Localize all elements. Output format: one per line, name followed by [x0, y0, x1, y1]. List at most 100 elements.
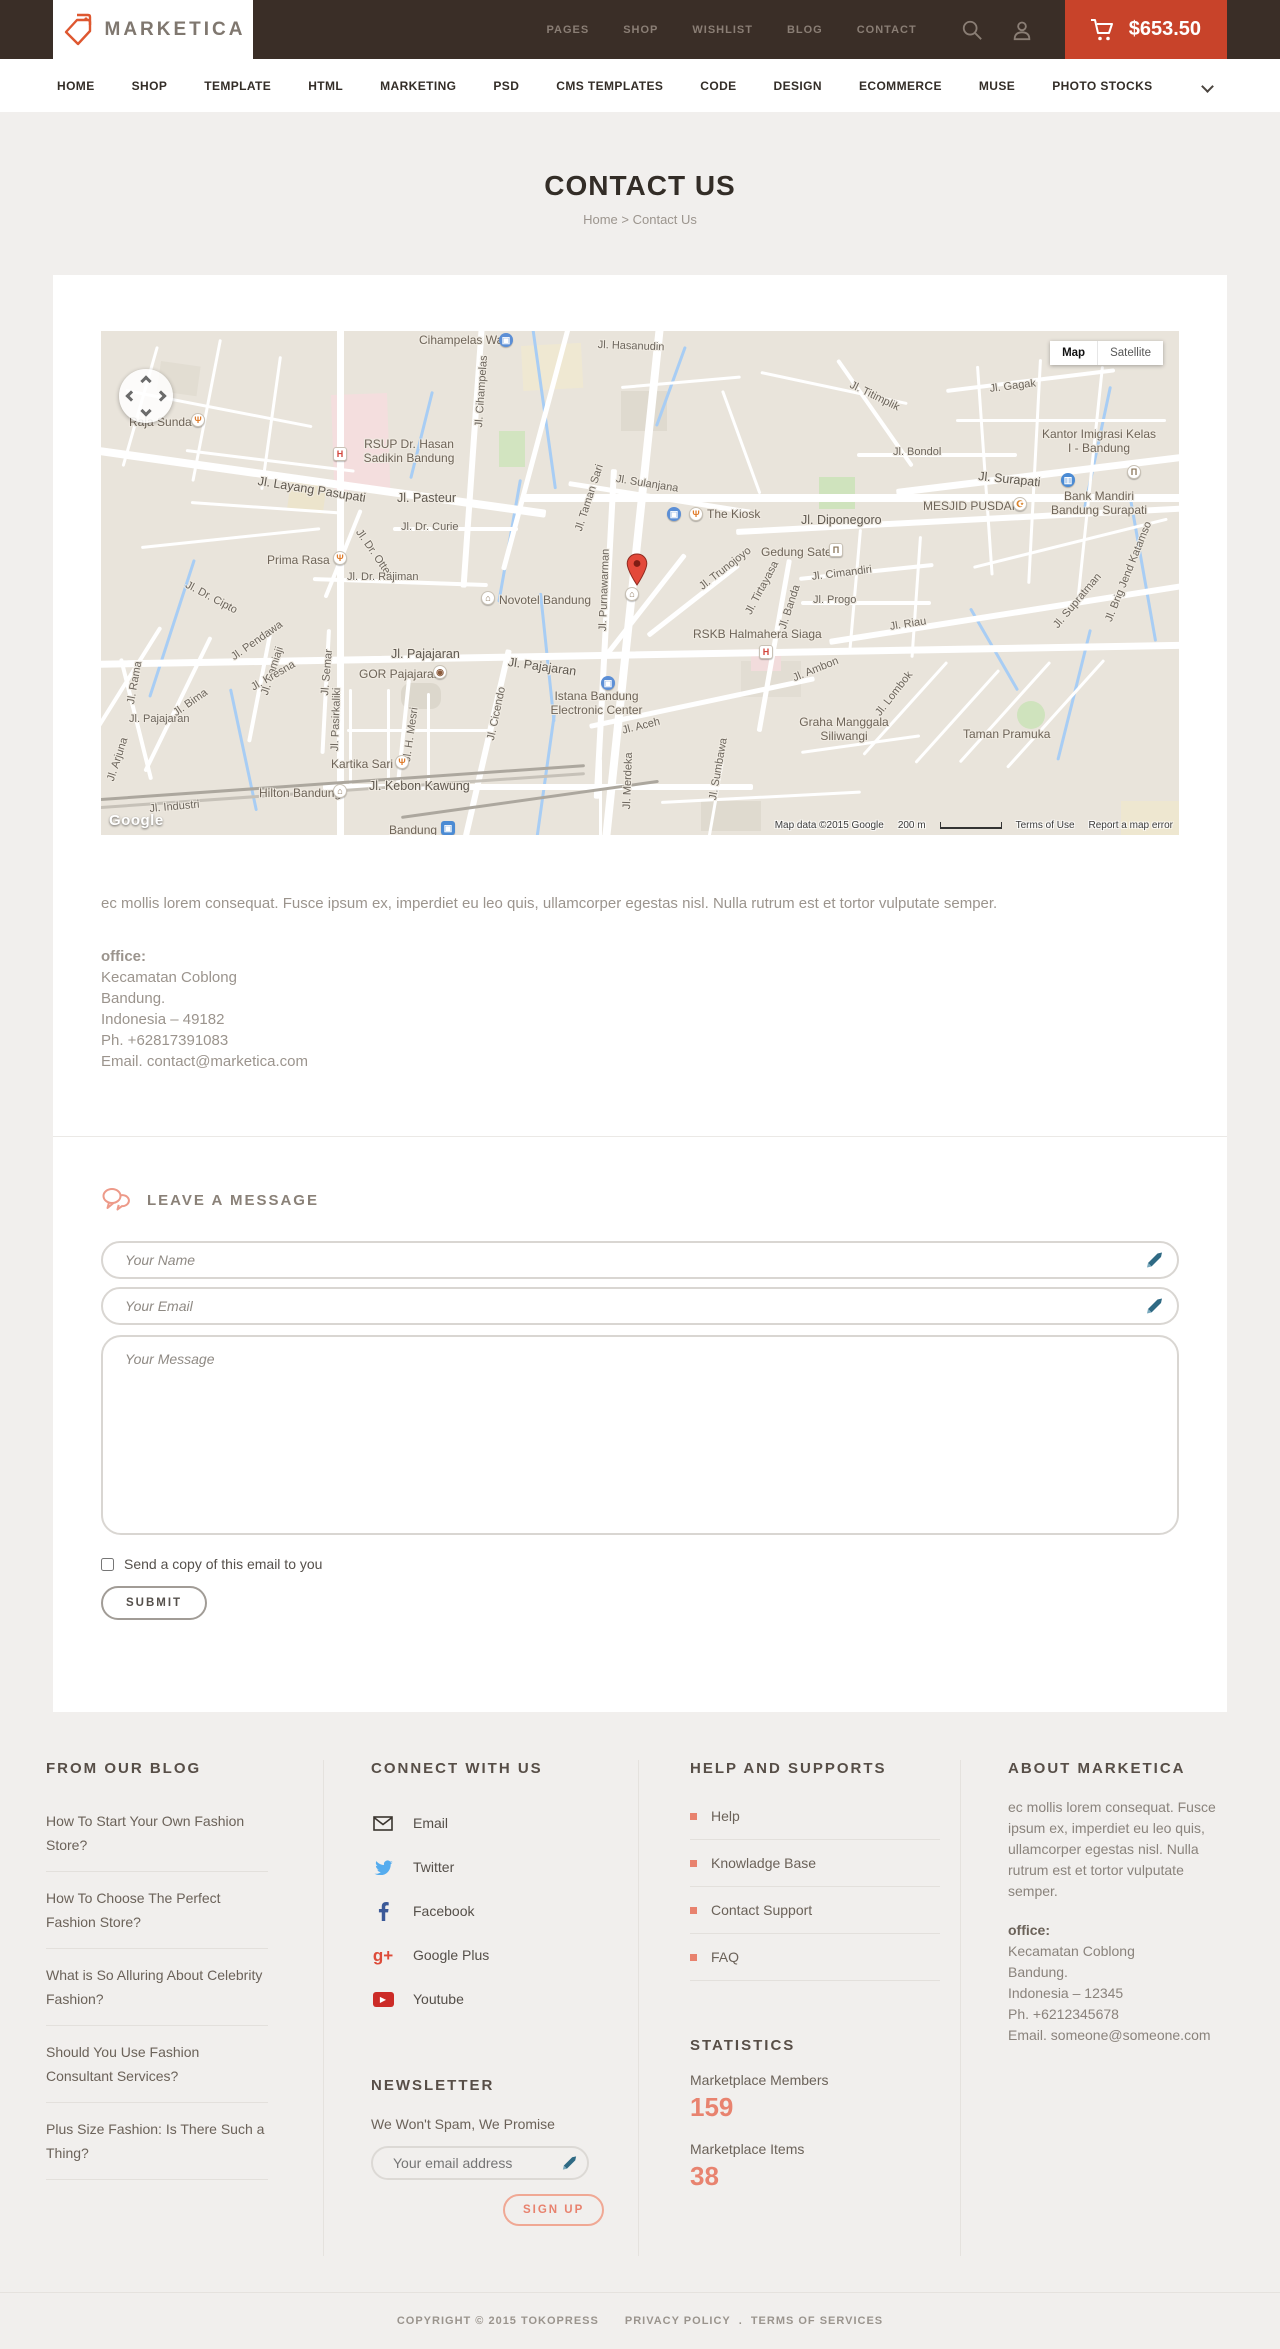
signup-button[interactable]: SIGN UP — [503, 2194, 605, 2226]
help-link[interactable]: FAQ — [690, 1934, 940, 1981]
logo[interactable]: MARKETICA — [53, 0, 253, 59]
message-textarea[interactable] — [101, 1335, 1179, 1535]
chat-bubbles-icon — [102, 1188, 130, 1211]
cart-total: $653.50 — [1128, 18, 1201, 40]
map-road — [141, 527, 321, 549]
main-nav-link[interactable]: SHOP — [132, 79, 168, 93]
blog-post-link[interactable]: How To Start Your Own Fashion Store? — [46, 1795, 268, 1872]
main-nav-link[interactable]: MARKETING — [380, 79, 456, 93]
restaurant-icon: Ψ — [333, 551, 347, 565]
stat-row: Marketplace Members 159 — [690, 2072, 940, 2123]
map-pan-control[interactable] — [119, 369, 173, 423]
help-label: Contact Support — [711, 1902, 813, 1918]
cart-icon — [1090, 18, 1113, 40]
blog-post-link[interactable]: Should You Use Fashion Consultant Servic… — [46, 2026, 268, 2103]
map-label: Jl. Ambon — [791, 654, 841, 685]
social-link[interactable]: g+ Google Plus — [371, 1933, 618, 1977]
footer-connect-column: CONNECT WITH US Email Twitter Facebook g… — [323, 1760, 638, 2256]
main-nav-link[interactable]: CMS TEMPLATES — [556, 79, 663, 93]
help-link[interactable]: Contact Support — [690, 1887, 940, 1934]
office-line: Kecamatan Coblong — [1008, 1943, 1135, 1959]
tag-logo-icon — [64, 13, 91, 45]
map-button[interactable]: Map — [1050, 341, 1099, 365]
pen-icon — [1147, 1298, 1162, 1314]
newsletter-heading: NEWSLETTER — [371, 2077, 495, 2094]
youtube-icon: ▶ — [372, 1991, 394, 2007]
main-nav-link[interactable]: HOME — [57, 79, 95, 93]
top-nav-link[interactable]: BLOG — [787, 24, 823, 36]
satellite-button[interactable]: Satellite — [1098, 341, 1163, 365]
send-copy-checkbox[interactable] — [101, 1557, 114, 1571]
name-input[interactable] — [101, 1241, 1179, 1279]
map-label: Jl. Bondol — [893, 446, 942, 458]
map-road — [910, 536, 922, 658]
main-nav-link[interactable]: DESIGN — [774, 79, 822, 93]
social-link[interactable]: ▶ Youtube — [371, 1977, 618, 2021]
office-line: Bandung. — [101, 990, 166, 1007]
top-nav-link[interactable]: PAGES — [547, 24, 590, 36]
terms-of-use-link[interactable]: Terms of Use — [1016, 820, 1075, 831]
main-nav-link[interactable]: TEMPLATE — [204, 79, 271, 93]
connect-heading: CONNECT WITH US — [371, 1760, 543, 1777]
main-nav-link[interactable]: ECOMMERCE — [859, 79, 942, 93]
map-label: RSUP Dr. Hasan Sadikin Bandung — [363, 437, 455, 466]
map-road — [347, 729, 492, 732]
bullet-icon — [690, 1859, 697, 1867]
breadcrumb-home-link[interactable]: Home — [583, 212, 618, 227]
search-icon[interactable] — [961, 19, 983, 41]
send-copy-row: Send a copy of this email to you — [101, 1556, 1179, 1572]
report-map-error-link[interactable]: Report a map error — [1089, 820, 1173, 831]
top-nav-link[interactable]: WISHLIST — [692, 24, 753, 36]
social-label: Youtube — [413, 1991, 464, 2007]
museum-icon: Π — [829, 543, 843, 557]
cart-button[interactable]: $653.50 — [1064, 0, 1227, 59]
map-label: Jl. Merdeka — [621, 752, 635, 810]
email-input[interactable] — [101, 1287, 1179, 1325]
google-map[interactable]: Cihampelas Walk Jl. Hasanudin Raja Sunda RS… — [101, 331, 1179, 835]
map-label: Jl. Kebon Kawung — [369, 779, 470, 793]
map-label: Jl. Tirtayasa — [743, 559, 782, 617]
breadcrumb-current: Contact Us — [632, 212, 697, 227]
newsletter-email-input[interactable] — [371, 2146, 589, 2180]
map-road — [260, 356, 282, 491]
chevron-down-icon[interactable] — [1201, 80, 1213, 92]
map-label: Jl. Brig Jend Katamso — [1103, 519, 1155, 624]
sports-icon: ◉ — [433, 665, 447, 679]
stat-row: Marketplace Items 38 — [690, 2141, 940, 2192]
social-link[interactable]: Twitter — [371, 1845, 618, 1889]
map-label: Taman Pramuka — [963, 727, 1051, 741]
social-link[interactable]: Email — [371, 1801, 618, 1845]
help-link[interactable]: Help — [690, 1793, 940, 1840]
top-nav-link[interactable]: CONTACT — [857, 24, 917, 36]
map-label: Novotel Bandung — [499, 593, 592, 607]
main-nav-link[interactable]: MUSE — [979, 79, 1015, 93]
blog-post-link[interactable]: How To Choose The Perfect Fashion Store? — [46, 1872, 268, 1949]
send-copy-label: Send a copy of this email to you — [124, 1556, 323, 1572]
main-nav: HOME SHOP TEMPLATE HTML MARKETING PSD CMS TEMP… — [0, 59, 1280, 112]
map-label: Graha Manggala Siliwangi — [799, 715, 889, 744]
main-nav-link[interactable]: CODE — [700, 79, 736, 93]
main-nav-link[interactable]: PHOTO STOCKS — [1052, 79, 1152, 93]
map-marker-icon[interactable] — [626, 553, 648, 587]
help-link[interactable]: Knowladge Base — [690, 1840, 940, 1887]
blog-post-link[interactable]: Plus Size Fashion: Is There Such a Thing… — [46, 2103, 268, 2180]
about-office-block: office: Kecamatan Coblong Bandung. Indones… — [1008, 1920, 1234, 2046]
top-nav-link[interactable]: SHOP — [623, 24, 658, 36]
breadcrumb: Home > Contact Us — [0, 212, 1280, 227]
pan-up-icon — [140, 375, 152, 387]
office-label: office: — [1008, 1922, 1050, 1938]
blog-post-link[interactable]: What is So Alluring About Celebrity Fash… — [46, 1949, 268, 2026]
map-label: Jl. Cimandiri — [811, 563, 873, 583]
map-road — [721, 389, 762, 495]
footer-blog-column: FROM OUR BLOG How To Start Your Own Fash… — [46, 1760, 323, 2256]
hospital-icon: H — [333, 447, 347, 461]
main-nav-link[interactable]: PSD — [493, 79, 519, 93]
user-icon[interactable] — [1011, 19, 1033, 41]
main-nav-link[interactable]: HTML — [308, 79, 343, 93]
map-label: Gedung Sate — [761, 545, 832, 559]
pen-icon — [1147, 1252, 1162, 1268]
bullet-icon — [690, 1953, 697, 1961]
social-link[interactable]: Facebook — [371, 1889, 618, 1933]
submit-button[interactable]: SUBMIT — [101, 1586, 208, 1620]
shopping-icon: ▣ — [499, 333, 513, 347]
